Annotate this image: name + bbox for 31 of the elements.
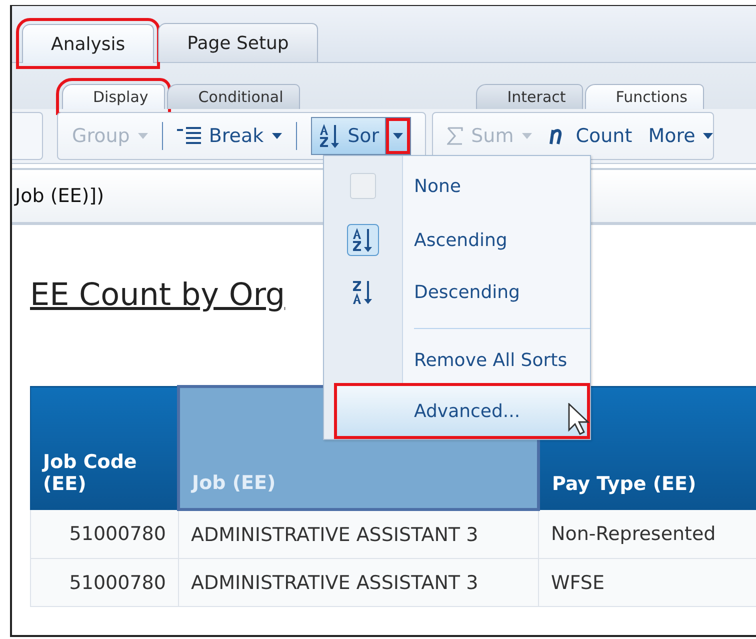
menu-item[interactable]: Remove All Sorts bbox=[324, 337, 590, 383]
sort-ascending-icon bbox=[318, 123, 342, 149]
table-cell: Non-Represented bbox=[538, 510, 756, 558]
table-cell: 51000780 bbox=[30, 558, 178, 606]
sub-tab[interactable]: Functions bbox=[584, 84, 704, 109]
ribbon-tab[interactable]: Page Setup bbox=[158, 23, 318, 62]
caret-icon bbox=[138, 133, 148, 139]
break-button[interactable]: Break bbox=[176, 125, 282, 147]
column-header[interactable]: Job Code (EE) bbox=[30, 386, 178, 510]
menu-item[interactable]: Advanced... bbox=[334, 383, 590, 439]
count-button[interactable]: Count bbox=[548, 125, 632, 147]
table-cell: WFSE bbox=[538, 558, 756, 606]
sort-button[interactable]: Sor bbox=[310, 117, 412, 155]
caret-icon bbox=[522, 133, 532, 139]
sigma-icon bbox=[447, 127, 464, 145]
table-cell: ADMINISTRATIVE ASSISTANT 3 bbox=[178, 510, 538, 558]
caret-icon bbox=[393, 133, 404, 139]
more-button[interactable]: More bbox=[648, 125, 714, 147]
table-cell: ADMINISTRATIVE ASSISTANT 3 bbox=[178, 558, 538, 606]
menu-item[interactable]: Descending bbox=[324, 264, 590, 320]
formula-text[interactable]: Job (EE)]) bbox=[12, 185, 104, 207]
caret-icon bbox=[703, 133, 714, 139]
sub-tab[interactable]: Conditional bbox=[167, 84, 300, 109]
report-title: EE Count by Org bbox=[30, 277, 286, 315]
sub-tab[interactable]: Interact bbox=[476, 84, 583, 109]
menu-item[interactable]: None bbox=[324, 156, 590, 216]
menu-item[interactable]: Ascending bbox=[324, 216, 590, 264]
list-icon bbox=[176, 127, 201, 145]
table-cell: 51000780 bbox=[30, 510, 178, 558]
caret-icon bbox=[272, 133, 282, 139]
sort-dropdown-button[interactable] bbox=[385, 118, 410, 154]
